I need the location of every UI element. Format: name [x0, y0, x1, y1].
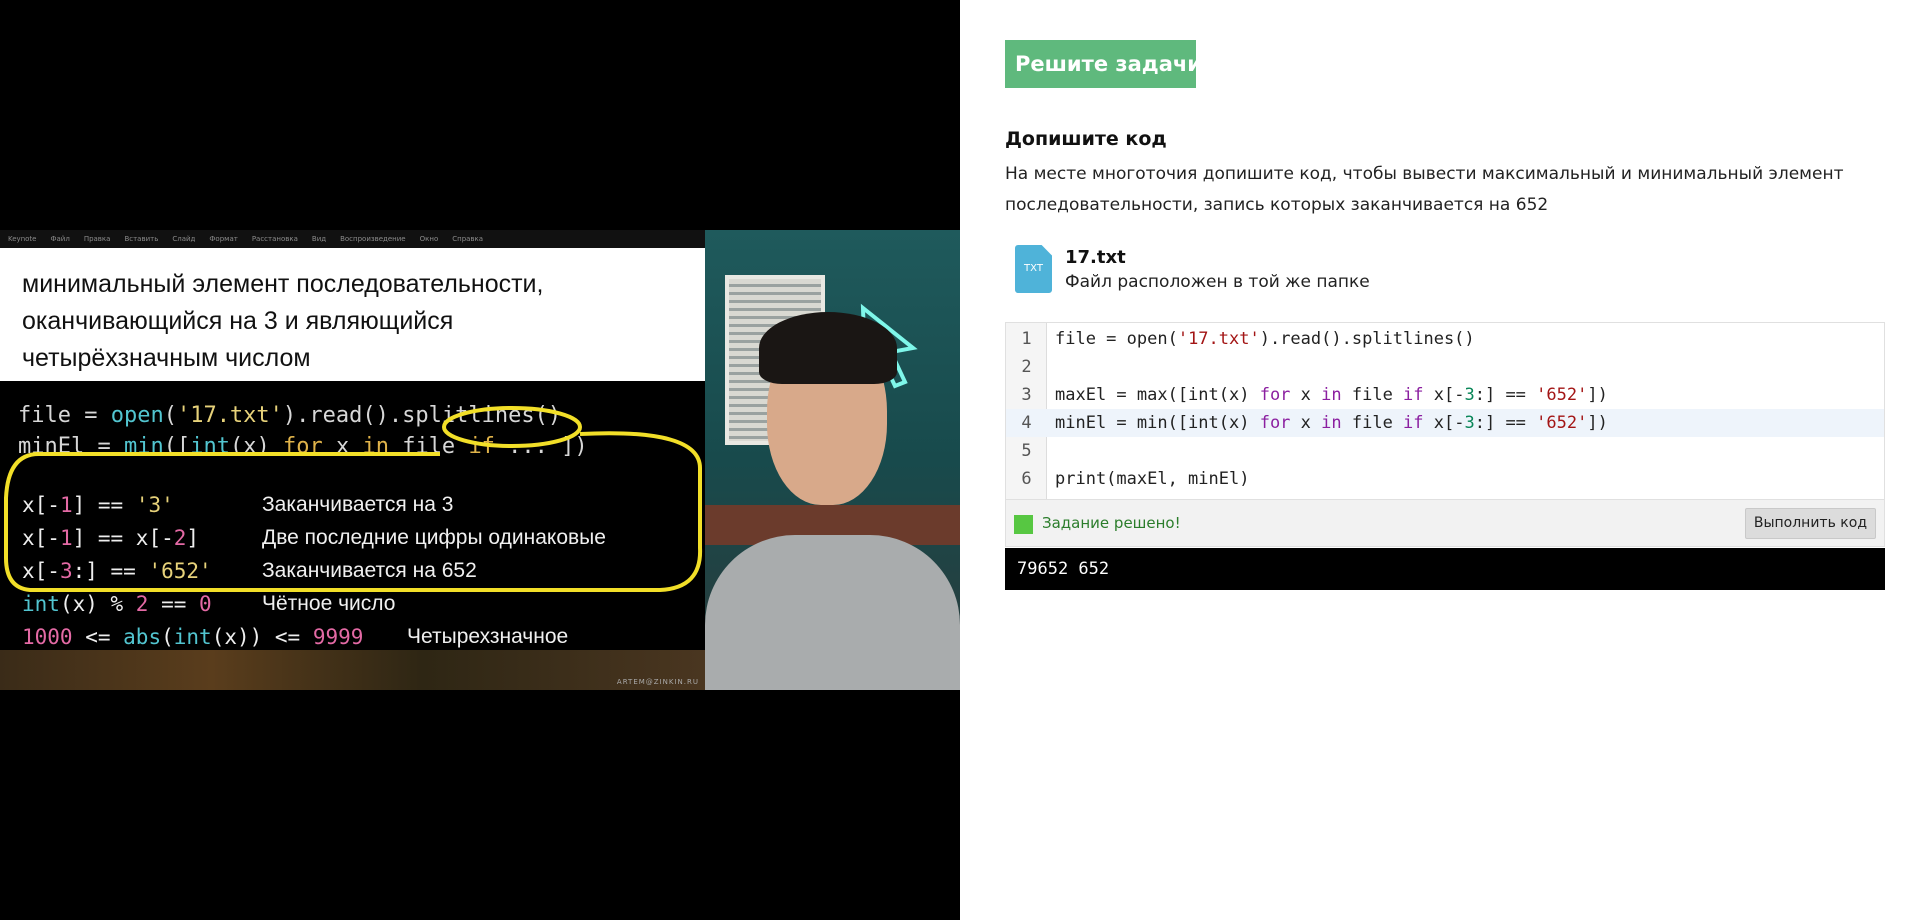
rule-desc: Чётное число — [262, 591, 396, 615]
rule-desc: Заканчивается на 3 — [262, 492, 454, 516]
code-text[interactable]: minEl = min([int(x) for x in file if x[-… — [1055, 409, 1608, 437]
rule-desc: Две последние цифры одинаковые — [262, 525, 606, 549]
code-line[interactable]: 2 — [1006, 353, 1884, 381]
line-number: 5 — [1021, 441, 1032, 461]
code-line-active[interactable]: 4 minEl = min([int(x) for x in file if x… — [1006, 409, 1884, 437]
rule-code: x[-3:] == '652' — [22, 558, 212, 583]
rule-row: x[-1] == x[-2] Две последние цифры одина… — [22, 521, 682, 554]
menubar-item: Справка — [452, 235, 484, 243]
task-title: Допишите код — [1005, 128, 1167, 150]
watermark: ARTEM@ZINKIN.RU — [616, 678, 699, 686]
code-line[interactable]: 5 — [1006, 437, 1884, 465]
rule-code: x[-1] == x[-2] — [22, 525, 200, 550]
code-text[interactable]: maxEl = max([int(x) for x in file if x[-… — [1055, 381, 1608, 409]
menubar-item: Слайд — [172, 235, 196, 243]
video-frame: Keynote Файл Правка Вставить Слайд Формат Расс… — [0, 230, 960, 690]
menubar-item: Правка — [83, 235, 111, 243]
run-code-button[interactable]: Выполнить код — [1744, 508, 1876, 539]
menubar-item: Keynote — [8, 235, 37, 243]
status-text: Задание решено! — [1042, 514, 1181, 532]
rule-code: 1000 <= abs(int(x)) <= 9999 — [22, 624, 364, 649]
line-number: 3 — [1021, 385, 1032, 405]
line-number: 6 — [1021, 469, 1032, 489]
presenter-video — [705, 230, 960, 690]
file-icon-label: TXT — [1024, 263, 1043, 274]
rule-code: int(x) % 2 == 0 — [22, 591, 212, 616]
presenter-body — [705, 535, 960, 690]
code-editor[interactable]: 1 file = open('17.txt').read().splitline… — [1005, 322, 1885, 500]
menubar-item: Расстановка — [251, 235, 298, 243]
code-output: 79652 652 — [1005, 548, 1885, 590]
rule-row: x[-1] == '3' Заканчивается на 3 — [22, 488, 682, 521]
rule-desc: Заканчивается на 652 — [262, 558, 477, 582]
task-panel: Решите задачи Допишите код На месте мног… — [1005, 0, 1895, 920]
menubar-item: Окно — [419, 235, 439, 243]
rule-row: int(x) % 2 == 0 Чётное число — [22, 587, 682, 620]
highlight-ellipse — [442, 406, 582, 448]
rule-code: x[-1] == '3' — [22, 492, 174, 517]
line-number: 4 — [1021, 413, 1032, 433]
slide-menubar: Keynote Файл Правка Вставить Слайд Формат Расс… — [0, 230, 705, 248]
rule-desc: Четырехзначное — [407, 624, 569, 648]
status-bar: Задание решено! Выполнить код — [1005, 500, 1885, 547]
code-line[interactable]: 3 maxEl = max([int(x) for x in file if x… — [1006, 381, 1884, 409]
presentation-slide: минимальный элемент последовательности, … — [0, 248, 705, 690]
menubar-item: Файл — [50, 235, 70, 243]
task-header: Решите задачи — [1005, 40, 1202, 88]
app-window: Keynote Файл Правка Вставить Слайд Формат Расс… — [0, 0, 1920, 920]
code-text[interactable]: print(maxEl, minEl) — [1055, 465, 1249, 493]
rule-row: 1000 <= abs(int(x)) <= 9999 Четырехзначн… — [22, 620, 682, 653]
line-number: 1 — [1021, 329, 1032, 349]
code-text[interactable]: file = open('17.txt').read().splitlines(… — [1055, 325, 1475, 353]
menubar-item: Вставить — [124, 235, 159, 243]
code-line[interactable]: 1 file = open('17.txt').read().splitline… — [1006, 325, 1884, 353]
menubar-item: Вид — [311, 235, 327, 243]
success-indicator-icon — [1014, 515, 1033, 534]
menubar-item: Формат — [209, 235, 238, 243]
presenter-hair — [759, 312, 897, 384]
slide-background-strip — [0, 650, 705, 690]
file-note: Файл расположен в той же папке — [1065, 272, 1370, 292]
video-player[interactable]: Keynote Файл Правка Вставить Слайд Формат Расс… — [0, 0, 960, 920]
line-number: 2 — [1021, 357, 1032, 377]
file-name[interactable]: 17.txt — [1065, 247, 1126, 268]
menubar-item: Воспроизведение — [340, 235, 406, 243]
rule-row: x[-3:] == '652' Заканчивается на 652 — [22, 554, 682, 587]
file-attachment[interactable]: TXT 17.txt Файл расположен в той же папк… — [1015, 245, 1415, 297]
task-description: На месте многоточия допишите код, чтобы … — [1005, 164, 1844, 215]
slide-rules: x[-1] == '3' Заканчивается на 3 x[-1] ==… — [22, 488, 682, 653]
code-line[interactable]: 6 print(maxEl, minEl) — [1006, 465, 1884, 493]
